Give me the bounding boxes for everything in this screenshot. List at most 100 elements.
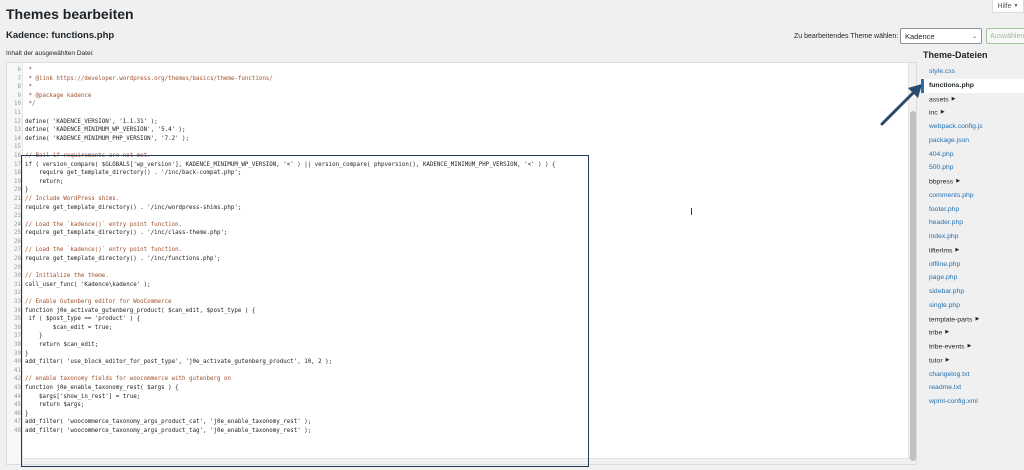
line-number: 19 <box>14 178 21 185</box>
select-theme-button[interactable]: Auswählen <box>986 28 1024 44</box>
file-item[interactable]: style.css <box>921 65 1024 79</box>
file-item[interactable]: wpml-config.xml <box>921 395 1024 409</box>
file-item-label: index.php <box>929 233 959 240</box>
code-line: 7 * @link https://developer.wordpress.or… <box>7 75 907 84</box>
caret-right-icon: ▶ <box>956 178 961 184</box>
line-number: 23 <box>14 213 21 220</box>
code-text: require get_template_directory() . '/inc… <box>25 230 228 237</box>
file-item-label: functions.php <box>929 81 974 89</box>
line-number: 32 <box>14 290 21 297</box>
code-text: return; <box>25 178 64 185</box>
code-text: define( 'KADENCE_MINIMUM_WP_VERSION', '5… <box>25 127 186 134</box>
folder-item[interactable]: assets ▶ <box>921 93 1024 107</box>
theme-select-label: Zu bearbeitendes Theme wählen: <box>794 33 899 40</box>
file-item[interactable]: readme.txt <box>921 381 1024 395</box>
file-item-label: lifterlms <box>929 247 953 255</box>
line-number: 29 <box>14 264 21 271</box>
file-item[interactable]: changelog.txt <box>921 368 1024 382</box>
line-number: 31 <box>14 281 21 288</box>
line-number: 33 <box>14 299 21 306</box>
folder-item[interactable]: tribe-events ▶ <box>921 340 1024 354</box>
code-line: 15 <box>7 143 907 152</box>
file-item-label: changelog.txt <box>929 370 970 378</box>
line-number: 12 <box>14 118 21 125</box>
code-line: 48 add_filter( 'woocommerce_taxonomy_args… <box>7 427 907 436</box>
file-item-label: tribe <box>929 329 943 337</box>
file-item[interactable]: header.php <box>921 216 1024 230</box>
line-number: 15 <box>14 144 21 151</box>
code-line: 39} <box>7 350 907 359</box>
line-number: 25 <box>14 230 21 237</box>
file-item-label: template-parts <box>929 316 973 324</box>
code-line: 35 if ( $post_type == 'product' ) { <box>7 315 907 324</box>
code-text: } <box>25 350 29 357</box>
code-line: 14 define( 'KADENCE_MINIMUM_PHP_VERSION',… <box>7 135 907 144</box>
code-line: 41 <box>7 367 907 376</box>
folder-item[interactable]: tutor ▶ <box>921 354 1024 368</box>
line-number: 40 <box>14 359 21 366</box>
code-text: add_filter( 'woocommerce_taxonomy_args_p… <box>25 427 312 434</box>
line-number: 43 <box>14 384 21 391</box>
file-item-label: inc <box>929 109 938 117</box>
code-text: function j0e_activate_gutenberg_product(… <box>25 307 256 314</box>
file-item-label: footer.php <box>929 205 960 213</box>
line-number: 22 <box>14 204 21 211</box>
code-line: 47 add_filter( 'woocommerce_taxonomy_args… <box>7 418 907 427</box>
file-item[interactable]: package.json <box>921 134 1024 148</box>
code-text: // Load the `kadence()` entry point func… <box>25 221 183 228</box>
code-text: return $can_edit; <box>25 342 99 348</box>
line-number: 20 <box>14 187 21 194</box>
folder-item[interactable]: tribe ▶ <box>921 326 1024 340</box>
file-item[interactable]: 500.php <box>921 161 1024 175</box>
theme-select[interactable]: Kadence ⌄ <box>900 28 982 44</box>
code-line: 42 // enable taxonomy fields for woocomme… <box>7 375 907 384</box>
code-line: 32 <box>7 289 907 298</box>
code-line: 22 require get_template_directory() . '/i… <box>7 204 907 213</box>
file-item[interactable]: 404.php <box>921 148 1024 162</box>
code-text: // Initialize the theme. <box>25 273 109 280</box>
line-number: 48 <box>14 427 21 434</box>
file-item[interactable]: comments.php <box>921 189 1024 203</box>
code-text: require get_template_directory() . '/inc… <box>25 170 242 177</box>
line-number: 34 <box>14 307 21 314</box>
line-number: 38 <box>14 342 21 348</box>
file-item-label: offline.php <box>929 260 961 268</box>
text-cursor-icon: I <box>690 207 693 218</box>
code-line: 10 */ <box>7 100 907 109</box>
caret-right-icon: ▶ <box>975 315 980 322</box>
file-item[interactable]: index.php <box>921 230 1024 244</box>
file-item[interactable]: offline.php <box>921 258 1024 272</box>
code-line: 26 <box>7 238 907 247</box>
folder-item[interactable]: bbpress ▶ <box>921 175 1024 189</box>
help-tab[interactable]: Hilfe ▼ <box>992 0 1024 13</box>
file-item[interactable]: footer.php <box>921 203 1024 217</box>
code-text: require get_template_directory() . '/inc… <box>25 204 242 211</box>
file-item[interactable]: webpack.config.js <box>921 120 1024 134</box>
code-line: 17 if ( version_compare( $GLOBALS['wp_ver… <box>7 161 907 170</box>
folder-item[interactable]: inc ▶ <box>921 106 1024 120</box>
file-item[interactable]: sidebar.php <box>921 285 1024 299</box>
code-line: 31 call_user_func( 'Kadence\kadence' ); <box>7 281 907 290</box>
theme-editor-page: Hilfe ▼ Themes bearbeiten Kadence: funct… <box>0 0 1024 470</box>
folder-item[interactable]: lifterlms ▶ <box>921 244 1024 258</box>
folder-item[interactable]: template-parts ▶ <box>921 313 1024 327</box>
line-number: 35 <box>14 316 21 323</box>
file-item[interactable]: page.php <box>921 271 1024 285</box>
line-number: 44 <box>14 393 21 400</box>
chevron-down-icon: ▼ <box>1013 3 1019 9</box>
horizontal-scrollbar[interactable] <box>23 458 910 464</box>
line-number: 9 <box>17 92 22 99</box>
file-item[interactable]: functions.php <box>921 78 1024 93</box>
code-text: return $args; <box>25 402 85 409</box>
line-number: 37 <box>14 333 21 340</box>
file-item-label: single.php <box>929 301 960 309</box>
code-line: 28 require get_template_directory() . '/i… <box>7 255 907 264</box>
code-text: } <box>25 333 43 340</box>
file-item[interactable]: single.php <box>921 299 1024 313</box>
code-line: 38 return $can_edit; <box>7 341 907 350</box>
file-item-label: webpack.config.js <box>929 123 983 130</box>
scroll-thumb[interactable] <box>910 111 916 461</box>
code-line: 40 add_filter( 'use_block_editor_for_post… <box>7 358 907 367</box>
code-editor[interactable]: 6 * 7 * @link https://developer.wordpress… <box>6 62 917 465</box>
help-label: Hilfe <box>997 2 1012 10</box>
